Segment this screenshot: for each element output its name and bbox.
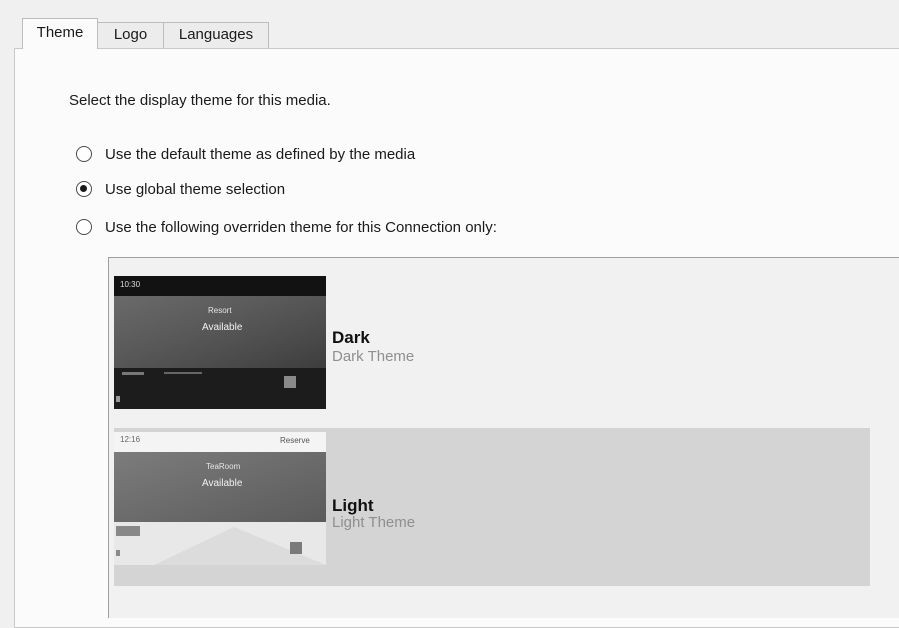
option-label: Use the default theme as defined by the … <box>105 145 416 163</box>
option-global-theme[interactable]: Use global theme selection <box>76 178 285 200</box>
theme-item-dark[interactable]: 10:30 Resort Available Dark Dark Theme <box>114 272 870 430</box>
tab-languages[interactable]: Languages <box>163 22 269 48</box>
thumbnail-status: Available <box>202 478 243 489</box>
radio-button[interactable] <box>76 146 92 162</box>
option-default-theme[interactable]: Use the default theme as defined by the … <box>76 143 415 165</box>
theme-item-light[interactable]: 12:16 Reserve TeaRoom Available Light Li… <box>114 428 870 586</box>
thumbnail-time: 10:30 <box>120 280 141 289</box>
theme-name: Light <box>332 496 374 515</box>
thumbnail-time: 12:16 <box>120 435 141 444</box>
tab-theme[interactable]: Theme <box>22 18 98 49</box>
thumbnail-reserve: Reserve <box>280 436 310 445</box>
theme-name: Dark <box>332 328 370 347</box>
option-overridden-theme[interactable]: Use the following overriden theme for th… <box>76 216 497 238</box>
thumbnail-room: Resort <box>208 306 232 315</box>
light-theme-thumbnail: 12:16 Reserve TeaRoom Available <box>114 432 326 565</box>
tab-logo[interactable]: Logo <box>97 22 164 48</box>
radio-button-checked[interactable] <box>76 181 92 197</box>
theme-description: Dark Theme <box>332 348 415 365</box>
thumbnail-room: TeaRoom <box>206 462 241 471</box>
option-label: Use global theme selection <box>105 180 286 198</box>
radio-button[interactable] <box>76 219 92 235</box>
thumbnail-status: Available <box>202 322 243 333</box>
dark-theme-thumbnail: 10:30 Resort Available <box>114 276 326 409</box>
instruction-text: Select the display theme for this media. <box>69 92 331 109</box>
option-label: Use the following overriden theme for th… <box>105 218 497 236</box>
theme-description: Light Theme <box>332 514 416 531</box>
